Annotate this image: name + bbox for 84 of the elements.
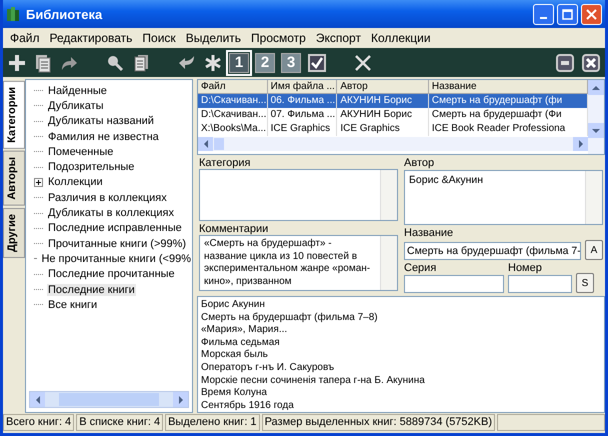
menu-item[interactable]: Редактировать [44, 29, 138, 47]
tree-item[interactable]: Дубликаты в коллекциях [47, 207, 175, 220]
field-label: Комментарии [199, 223, 270, 235]
expand-toggle[interactable] [34, 178, 43, 187]
field-label: Серия [404, 262, 438, 276]
close-icon[interactable] [353, 52, 373, 72]
category-field[interactable] [199, 169, 398, 221]
title-field[interactable]: Смерть на брудершафт (фильма 7- [404, 242, 581, 260]
down-arrow-icon[interactable] [592, 128, 600, 132]
left-arrow-icon[interactable] [204, 140, 208, 148]
status-panel: Выделено книг: 1 [165, 414, 260, 431]
tree-item[interactable]: Дубликаты [47, 100, 105, 112]
status-panel: Всего книг: 4 [3, 414, 74, 431]
plus-icon[interactable] [7, 52, 27, 72]
tree-item[interactable]: Последние исправленные [47, 222, 183, 234]
document-icon[interactable] [33, 52, 53, 72]
asterisk-icon[interactable] [203, 52, 223, 72]
restore-icon[interactable] [555, 52, 575, 72]
preview-line: Морскiе песни сочиненiя тапера г-на Б. Акунина [201, 374, 426, 388]
author-field[interactable]: Борис &Акунин [404, 170, 603, 226]
tree-item[interactable]: Подозрительные [47, 161, 136, 174]
tree-item[interactable]: Не прочитанные книги (<99% [40, 252, 192, 265]
horizontal-scrollbar[interactable] [198, 137, 588, 151]
preview-line: Смерть на брудершафт (фильма 7–8) [201, 312, 379, 324]
tree-item[interactable]: Фамилия не известна [47, 130, 160, 143]
up-arrow-icon[interactable] [592, 86, 600, 90]
vertical-scrollbar[interactable] [588, 80, 604, 154]
status-panel: Размер выделенных книг: 5889734 (5752KB) [262, 414, 496, 431]
tree-item[interactable]: Дубликаты названий [47, 115, 155, 128]
menu-item[interactable]: Выделить [180, 29, 246, 47]
scrollbar-thumb[interactable] [214, 138, 224, 150]
books-icon [6, 6, 20, 22]
tree-item[interactable]: Помеченные [47, 146, 114, 158]
preview-line: Сентябрь 1916 года [201, 400, 295, 412]
preview-line: «Мария», Мария... [201, 324, 288, 337]
field-label: Номер [508, 262, 543, 276]
column-header[interactable]: Автор [337, 80, 429, 94]
left-arrow-icon[interactable] [36, 396, 40, 404]
status-panel: В списке книг: 4 [76, 414, 164, 431]
menu-item[interactable]: Поиск [137, 29, 181, 47]
menu-item[interactable]: Экспорт [310, 29, 366, 47]
field-label: Категория [199, 157, 252, 169]
minimize-button[interactable] [533, 4, 554, 24]
tree-item[interactable]: Найденные [47, 84, 108, 97]
column-header[interactable]: Имя файла ... [268, 80, 338, 94]
side-tab[interactable]: Авторы [3, 150, 25, 206]
horizontal-scrollbar[interactable] [29, 391, 189, 408]
series-field[interactable] [404, 275, 504, 294]
right-arrow-icon[interactable] [178, 396, 182, 404]
menu-item[interactable]: Коллекции [366, 29, 436, 47]
menu-item[interactable]: Файл [5, 29, 45, 47]
tree-item[interactable]: Все книги [47, 298, 98, 311]
window-title: Библиотека [26, 6, 104, 22]
comments-field[interactable]: «Смерть на брудершафт» - название цикла из 10 повестей в экспериментальном жанре «роман-кино», призванном [199, 235, 398, 291]
field-label: Название [404, 227, 454, 240]
preview-line: Фильма седьмая [201, 336, 281, 350]
table-row[interactable]: D:\Скачиван... 06. Фильма ... АКУНИН Борис Смерть на брудершафт (фи [198, 94, 588, 108]
preview-line: Время Колуна [201, 387, 268, 400]
maximize-icon [562, 8, 573, 20]
preview-line: Операторъ г-нъ И. Сакуровъ [201, 362, 336, 375]
preview-line: Борис Акунин [201, 299, 266, 312]
title-action-button[interactable]: A [585, 240, 603, 260]
tree-item[interactable]: Прочитанные книги (>99%) [47, 238, 188, 250]
right-arrow-icon[interactable] [578, 140, 582, 148]
scrollbar-thumb[interactable] [59, 393, 159, 406]
number-field[interactable] [508, 275, 572, 294]
checkbox-icon[interactable] [307, 52, 327, 72]
tree-item[interactable]: Коллекции [47, 176, 104, 188]
tree-item[interactable]: Последние книги [47, 284, 136, 296]
column-header[interactable]: Файл [198, 80, 268, 94]
tree-item[interactable]: Различия в коллекциях [47, 192, 168, 204]
series-action-button[interactable]: S [576, 273, 594, 294]
side-tab[interactable]: Категории [3, 81, 25, 149]
field-label: Автор [404, 157, 436, 170]
close-icon [586, 8, 597, 20]
tree-item[interactable]: Последние прочитанные [47, 268, 176, 280]
column-header[interactable]: Название [428, 80, 588, 94]
minimize-icon [540, 17, 547, 19]
maximize-button[interactable] [557, 4, 578, 24]
preview-line: Морская быль [201, 349, 269, 362]
side-tab[interactable]: Другие [3, 208, 25, 258]
menu-item[interactable]: Просмотр [246, 29, 311, 47]
close-icon[interactable] [581, 52, 601, 72]
close-button[interactable] [581, 4, 602, 24]
